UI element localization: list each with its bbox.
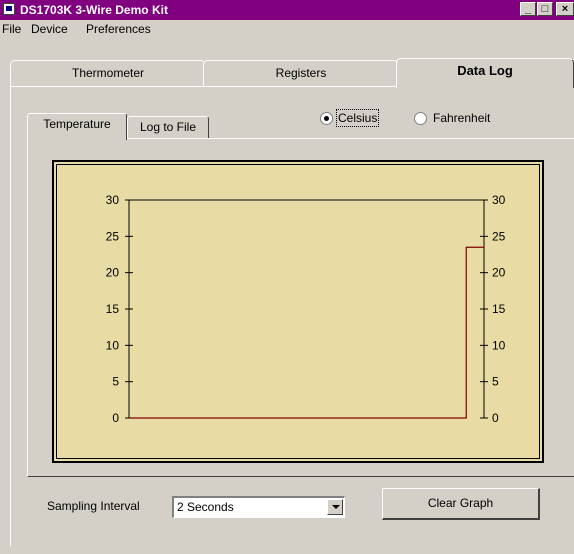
y-tick-label-right: 15 — [492, 302, 506, 316]
menu-file[interactable]: File — [2, 22, 21, 36]
temperature-chart: 0 0 5 5 10 10 15 15 20 20 25 25 30 30 — [52, 160, 544, 463]
menu-device[interactable]: Device — [31, 22, 68, 36]
y-tick-label-left: 25 — [106, 229, 120, 243]
y-tick-label-right: 0 — [492, 411, 499, 425]
title-bar: DS1703K 3-Wire Demo Kit _ □ × — [0, 0, 574, 20]
menu-bar: File Device Preferences — [0, 20, 574, 38]
y-tick-label-left: 30 — [106, 193, 120, 207]
tab-temperature[interactable]: Temperature — [27, 113, 127, 140]
y-tick-label-right: 10 — [492, 338, 506, 352]
menu-preferences[interactable]: Preferences — [86, 22, 151, 36]
y-tick-label-left: 5 — [112, 375, 119, 389]
app-icon[interactable] — [3, 3, 15, 15]
y-tick-label-right: 5 — [492, 375, 499, 389]
tab-registers[interactable]: Registers — [203, 60, 399, 86]
y-tick-label-left: 0 — [112, 411, 119, 425]
y-tick-label-right: 25 — [492, 229, 506, 243]
temperature-series-line — [129, 246, 484, 419]
tab-thermometer[interactable]: Thermometer — [10, 60, 206, 86]
window-title: DS1703K 3-Wire Demo Kit — [20, 3, 168, 17]
minimize-button[interactable]: _ — [520, 2, 536, 16]
close-button[interactable]: × — [556, 2, 574, 16]
maximize-button[interactable]: □ — [537, 2, 553, 16]
y-tick-label-right: 30 — [492, 193, 506, 207]
y-tick-label-left: 10 — [106, 338, 120, 352]
y-tick-label-left: 20 — [106, 266, 120, 280]
y-tick-label-right: 20 — [492, 266, 506, 280]
tab-data-log[interactable]: Data Log — [396, 58, 574, 88]
y-tick-label-left: 15 — [106, 302, 120, 316]
chart-svg: 0 0 5 5 10 10 15 15 20 20 25 25 30 30 — [106, 193, 506, 425]
